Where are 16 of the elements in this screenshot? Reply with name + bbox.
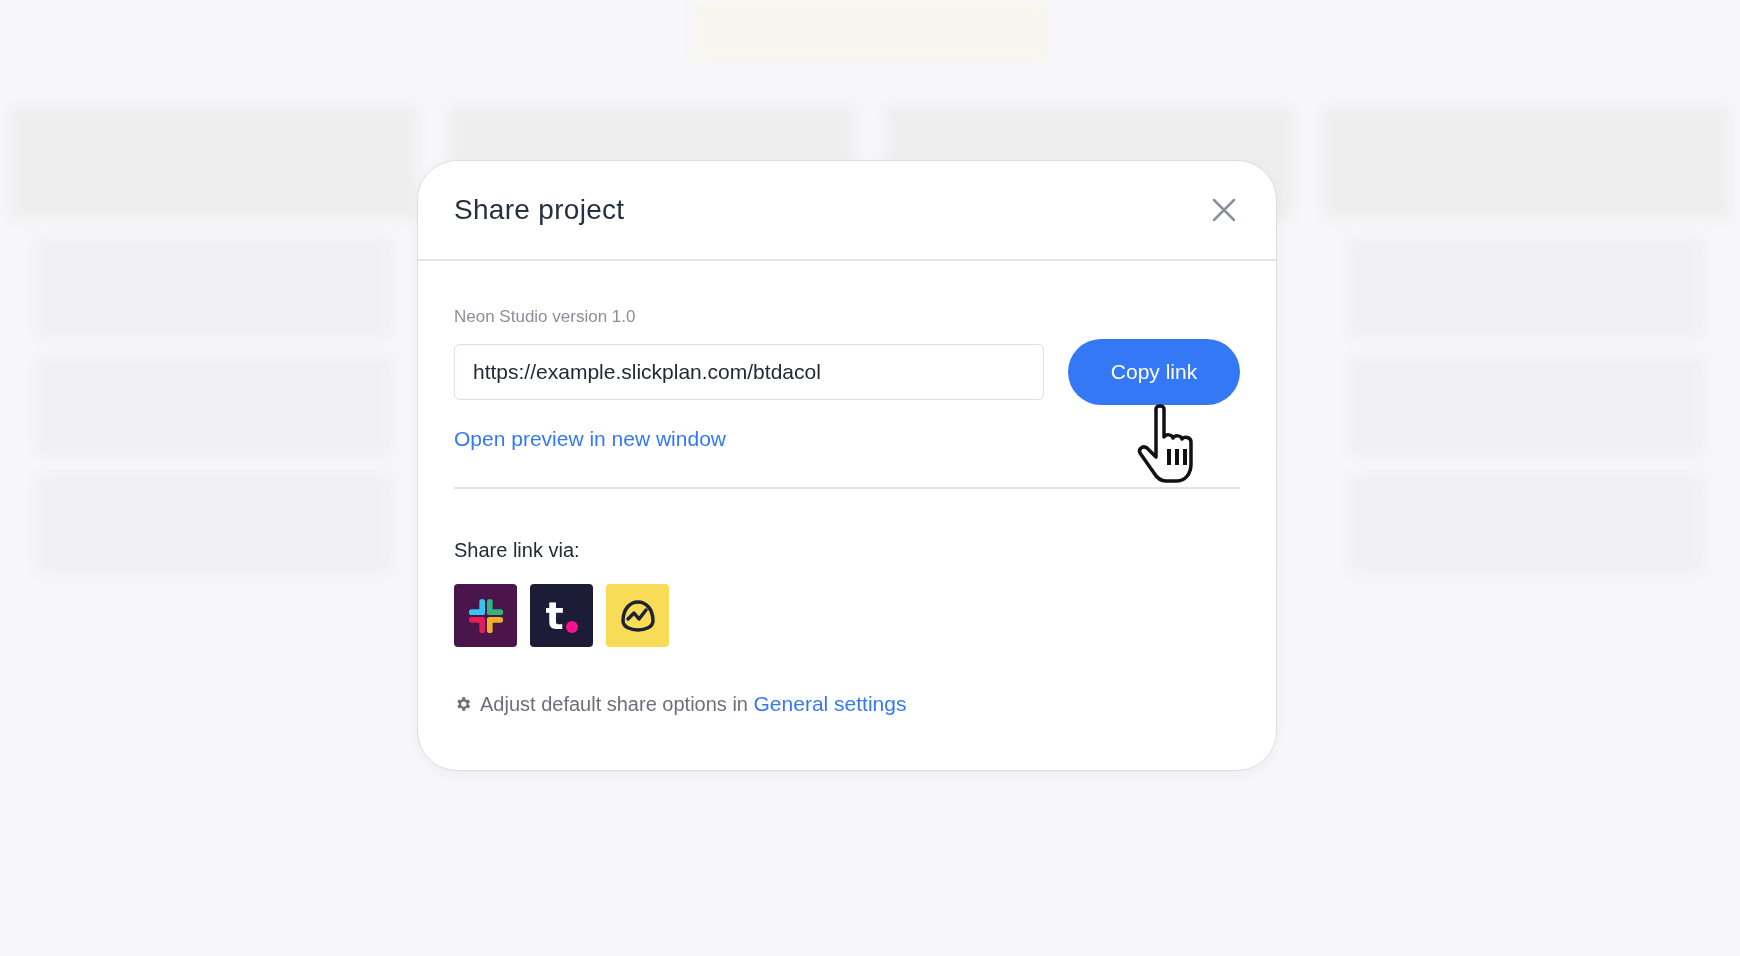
project-version-label: Neon Studio version 1.0 (454, 307, 637, 327)
letter-logo: t (545, 596, 564, 635)
share-options-note: Adjust default share options in General settings (480, 692, 907, 716)
share-via-heading: Share link via: (454, 539, 581, 562)
share-service-button[interactable]: t (530, 584, 593, 647)
hash-logo-icon (466, 596, 505, 635)
dialog-title: Share project (454, 194, 625, 226)
copy-link-button[interactable]: Copy link (1068, 339, 1240, 405)
open-preview-link[interactable]: Open preview in new window (454, 427, 726, 451)
general-settings-link[interactable]: General settings (753, 692, 907, 715)
smile-wave-icon (618, 598, 657, 633)
dot-icon (565, 620, 578, 633)
close-icon (1212, 198, 1236, 222)
share-link-field[interactable]: https://example.slickplan.com/btdacol (454, 344, 1044, 400)
share-service-button[interactable] (606, 584, 669, 647)
share-service-button[interactable] (454, 584, 517, 647)
